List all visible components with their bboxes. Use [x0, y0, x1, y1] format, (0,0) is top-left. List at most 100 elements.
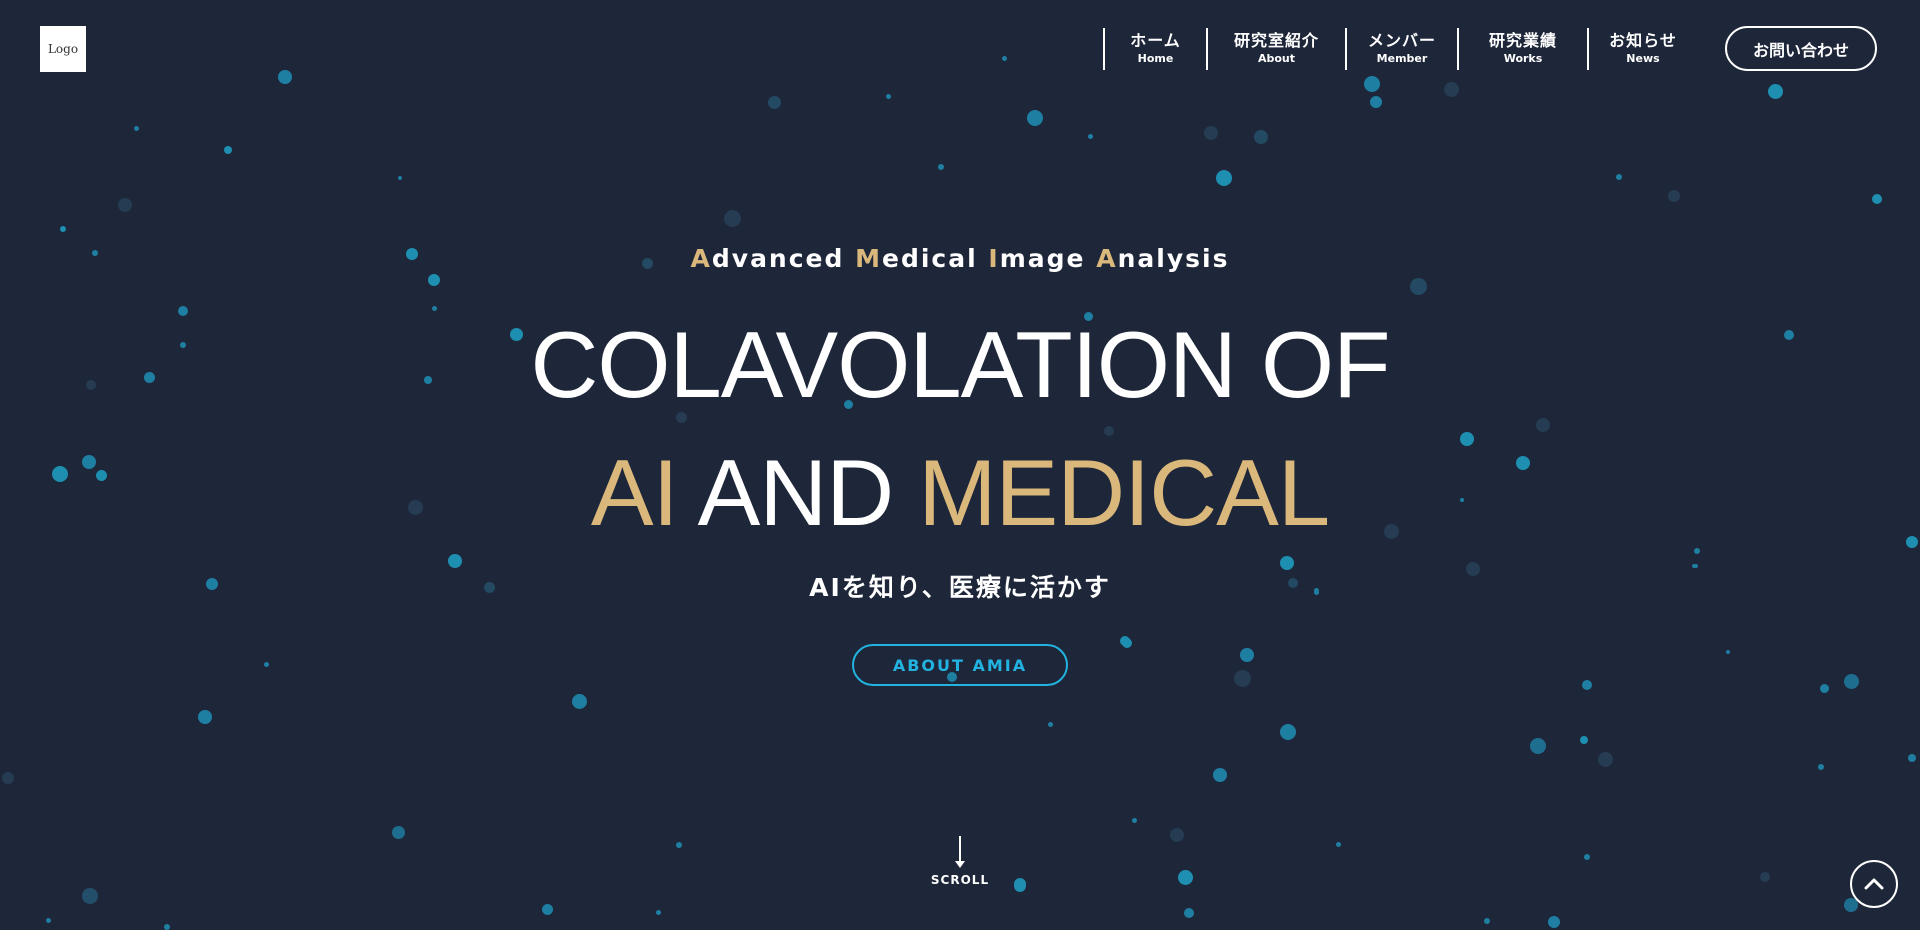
particle: [1582, 680, 1592, 690]
particle: [392, 826, 405, 839]
particle: [448, 554, 462, 568]
particle: [278, 70, 292, 84]
nav-item-news[interactable]: お知らせ News: [1587, 28, 1697, 70]
hero-headline-line2: AI AND MEDICAL: [0, 443, 1920, 543]
nav-item-news-jp: お知らせ: [1609, 31, 1677, 50]
nav-item-about[interactable]: 研究室紹介 About: [1206, 28, 1345, 70]
particle: [1184, 908, 1194, 918]
particle: [1254, 130, 1268, 144]
particle: [938, 164, 944, 170]
particle: [224, 146, 232, 154]
tagline-word-rest: mage: [999, 244, 1086, 273]
particle: [1240, 648, 1254, 662]
particle: [1908, 754, 1916, 762]
logo-text: Logo: [47, 42, 79, 56]
particle: [1234, 670, 1251, 687]
particle: [1818, 764, 1824, 770]
nav-item-member[interactable]: メンバー Member: [1345, 28, 1457, 70]
particle: [1216, 170, 1232, 186]
particle: [1530, 738, 1546, 754]
particle: [1213, 768, 1227, 782]
particle: [1536, 418, 1550, 432]
particle: [1668, 190, 1680, 202]
headline-medical: MEDICAL: [918, 440, 1330, 545]
hero-tagline: Advanced Medical Image Analysis: [0, 244, 1920, 273]
tagline-initial: M: [855, 244, 883, 273]
particle: [1027, 110, 1043, 126]
particle: [656, 910, 661, 915]
particle: [1170, 828, 1184, 842]
particle: [1336, 842, 1341, 847]
nav-item-member-jp: メンバー: [1367, 31, 1436, 50]
nav-item-home[interactable]: ホーム Home: [1103, 28, 1206, 70]
nav-item-works-en: Works: [1503, 52, 1543, 65]
particle: [1410, 278, 1427, 295]
particle: [432, 306, 437, 311]
particle: [768, 96, 781, 109]
hero-headline-line1: COLAVOLATION OF: [530, 312, 1391, 417]
particle: [1132, 818, 1137, 823]
particle: [542, 904, 553, 915]
particle: [1104, 426, 1114, 436]
particle: [1364, 76, 1380, 92]
nav-item-home-en: Home: [1137, 52, 1174, 65]
particle: [1048, 722, 1053, 727]
tagline-initial: A: [1096, 244, 1118, 273]
particle: [886, 94, 891, 99]
particle: [1598, 752, 1613, 767]
particle: [676, 842, 682, 848]
particle: [2, 772, 14, 784]
tagline-word-rest: edical: [882, 244, 978, 273]
back-to-top-button[interactable]: [1850, 860, 1898, 908]
particle: [1584, 854, 1590, 860]
scroll-indicator[interactable]: SCROLL: [910, 836, 1010, 887]
particle: [82, 888, 98, 904]
about-amia-button[interactable]: ABOUT AMIA: [852, 644, 1068, 686]
hero-subtitle: AIを知り、医療に活かす: [809, 573, 1111, 602]
nav-item-member-en: Member: [1376, 52, 1428, 65]
particle: [1444, 82, 1459, 97]
particle: [1760, 872, 1770, 882]
nav-item-works[interactable]: 研究業績 Works: [1457, 28, 1587, 70]
logo[interactable]: Logo: [40, 26, 86, 72]
tagline-initial: A: [690, 244, 712, 273]
particle: [60, 226, 66, 232]
particle: [1120, 636, 1130, 646]
nav-item-home-jp: ホーム: [1130, 31, 1181, 50]
particle: [46, 918, 51, 923]
particle: [1872, 194, 1882, 204]
particle: [1178, 870, 1193, 885]
contact-button[interactable]: お問い合わせ: [1725, 26, 1877, 71]
particle: [572, 694, 587, 709]
particle: [1014, 880, 1026, 892]
arrow-down-icon: [955, 836, 965, 868]
particle: [1726, 650, 1730, 654]
particle: [1580, 736, 1588, 744]
contact-button-label: お問い合わせ: [1752, 40, 1849, 60]
particle: [1616, 174, 1622, 180]
particle: [1088, 134, 1093, 139]
particle: [264, 662, 269, 667]
nav-item-about-en: About: [1257, 52, 1296, 65]
particle: [1844, 674, 1859, 689]
particle: [1548, 916, 1560, 928]
particle: [1694, 548, 1700, 554]
particle: [164, 924, 170, 930]
main-nav: ホーム Home 研究室紹介 About メンバー Member 研究業績 Wo…: [1103, 28, 1697, 72]
nav-item-works-jp: 研究業績: [1488, 31, 1557, 50]
particle: [1370, 96, 1382, 108]
nav-item-about-jp: 研究室紹介: [1233, 31, 1319, 50]
particle: [1768, 84, 1783, 99]
nav-item-news-en: News: [1626, 52, 1660, 65]
particle: [398, 176, 402, 180]
particle: [118, 198, 132, 212]
particle: [724, 210, 741, 227]
particle: [198, 710, 212, 724]
tagline-initial: I: [988, 244, 1000, 273]
chevron-up-icon: [1864, 878, 1884, 890]
particle: [1820, 684, 1829, 693]
particle: [134, 126, 139, 131]
particle: [1204, 126, 1218, 140]
scroll-label: SCROLL: [930, 873, 990, 887]
headline-and: AND: [697, 440, 894, 545]
